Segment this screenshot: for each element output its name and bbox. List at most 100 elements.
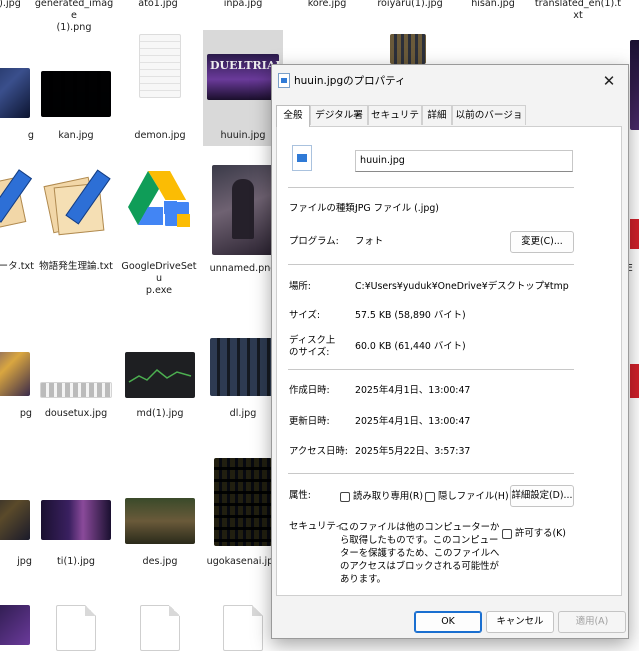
hidden-checkbox[interactable] [425,492,435,502]
image-thumbnail [0,605,30,645]
image-thumbnail [630,219,639,249]
notepad-icon [43,169,111,236]
attributes-label: 属性: [289,490,311,501]
separator [288,369,574,370]
allow-label[interactable]: 許可する(K) [515,528,566,540]
image-thumbnail [630,40,639,130]
location-value: C:¥Users¥yuduk¥OneDrive¥デスクトップ¥tmp [355,281,569,292]
file-label: ータ.txt [0,261,34,272]
file-item[interactable]: g [0,68,40,148]
properties-dialog: huuin.jpgのプロパティ ✕ 全般 デジタル署名 セキュリティ 詳細 以前… [271,64,629,639]
apply-button[interactable]: 適用(A) [558,611,626,633]
program-label: プログラム: [289,236,339,247]
image-thumbnail [139,34,181,98]
separator [288,187,574,188]
file-label: pg [19,408,32,419]
separator [288,473,574,474]
close-icon[interactable]: ✕ [596,69,622,93]
change-program-button[interactable]: 変更(C)... [510,231,574,253]
document-icon [140,605,180,651]
image-thumbnail [630,364,639,398]
allow-checkbox[interactable] [502,529,512,539]
file-label: translated_en(1).t xt [534,0,622,21]
hidden-label[interactable]: 隠しファイル(H) [438,491,509,503]
tab-previous-versions[interactable]: 以前のバージョン [452,105,526,141]
size-label: サイズ: [289,310,321,321]
document-icon [56,605,96,651]
file-label: md(1).jpg [136,408,184,419]
image-thumbnail [41,500,111,540]
modified-value: 2025年4月1日、13:00:47 [355,416,471,427]
document-icon [223,605,263,651]
disk-size-value: 60.0 KB (61,440 バイト) [355,341,466,352]
file-item[interactable] [120,605,200,651]
file-item[interactable]: des.jpg [120,490,200,570]
readonly-checkbox[interactable] [340,492,350,502]
tab-digital-signature[interactable]: デジタル署名 [310,105,368,141]
type-label: ファイルの種類: [289,203,358,214]
file-item[interactable]: jpg [0,490,40,570]
modified-label: 更新日時: [289,416,330,427]
image-thumbnail [212,165,274,255]
file-label: 物語発生理論.txt [39,261,113,272]
file-label: kan.jpg [58,130,94,141]
image-thumbnail [210,338,276,396]
file-item[interactable]: dousetux.jpg [36,340,116,420]
file-label: g [27,130,34,141]
location-label: 場所: [289,281,311,292]
file-item[interactable]: 物語発生理論.txt [36,165,116,277]
file-item[interactable]: ti(1).jpg [36,490,116,570]
file-label: GoogleDriveSetu p.exe [121,261,197,296]
file-item[interactable]: translated_en(1).t xt [533,0,623,28]
file-item[interactable]: demon.jpg [120,34,200,148]
file-label: demon.jpg [134,130,186,141]
image-thumbnail [125,498,195,544]
file-label: des.jpg [142,556,178,567]
title-bar[interactable]: huuin.jpgのプロパティ ✕ [272,65,628,97]
security-warning-text: このファイルは他のコンピューターから取得したものです。このコンピューターを保護す… [340,522,500,585]
advanced-button[interactable]: 詳細設定(D)... [510,485,574,507]
image-thumbnail [125,352,195,398]
image-thumbnail: DUELTRIAL [207,54,283,100]
file-label: roiyaru(1).jpg [377,0,443,9]
file-label: generated_image (1).png [34,0,114,33]
file-item[interactable]: inpa.jpg [203,0,283,20]
image-thumbnail [390,34,426,64]
file-item[interactable]: kan.jpg [36,68,116,148]
image-thumbnail [41,71,111,117]
tab-security[interactable]: セキュリティ [368,105,422,141]
program-value: フォト [355,236,384,247]
image-thumbnail [0,500,30,540]
image-thumbnail [214,458,272,546]
file-item[interactable]: ato1.jpg [118,0,198,20]
file-item[interactable] [36,605,116,651]
image-thumbnail [40,382,112,398]
tab-details[interactable]: 詳細 [422,105,452,125]
separator [288,264,574,265]
image-thumbnail [0,352,30,396]
file-item[interactable]: GoogleDriveSetu p.exe [119,165,199,296]
file-label: inpa.jpg [223,0,263,9]
google-drive-icon [126,169,192,229]
ok-button[interactable]: OK [414,611,482,633]
readonly-label[interactable]: 読み取り専用(R) [353,491,423,503]
file-item[interactable]: kore.jpg [287,0,367,20]
file-label: kore.jpg [307,0,347,9]
file-label: jpg [17,556,32,567]
general-panel: huuin.jpg ファイルの種類: JPG ファイル (.jpg) プログラム… [276,126,622,596]
created-value: 2025年4月1日、13:00:47 [355,385,471,396]
disk-size-label: ディスク上 のサイズ: [289,335,336,358]
file-item[interactable]: pg [0,340,40,420]
size-value: 57.5 KB (58,890 バイト) [355,310,466,321]
file-item[interactable]: roiyaru(1).jpg [370,0,450,20]
cancel-button[interactable]: キャンセル [486,611,554,633]
accessed-label: アクセス日時: [289,446,348,457]
image-thumbnail [0,68,30,118]
accessed-value: 2025年5月22日、3:57:37 [355,446,471,457]
file-item[interactable]: generated_image (1).png [34,0,114,33]
file-item[interactable]: hisan.jpg [453,0,533,20]
tab-general[interactable]: 全般 [276,105,310,127]
filename-input[interactable]: huuin.jpg [355,150,573,172]
file-item[interactable]: md(1).jpg [120,340,200,420]
file-item[interactable]: ータ.txt [0,165,40,277]
